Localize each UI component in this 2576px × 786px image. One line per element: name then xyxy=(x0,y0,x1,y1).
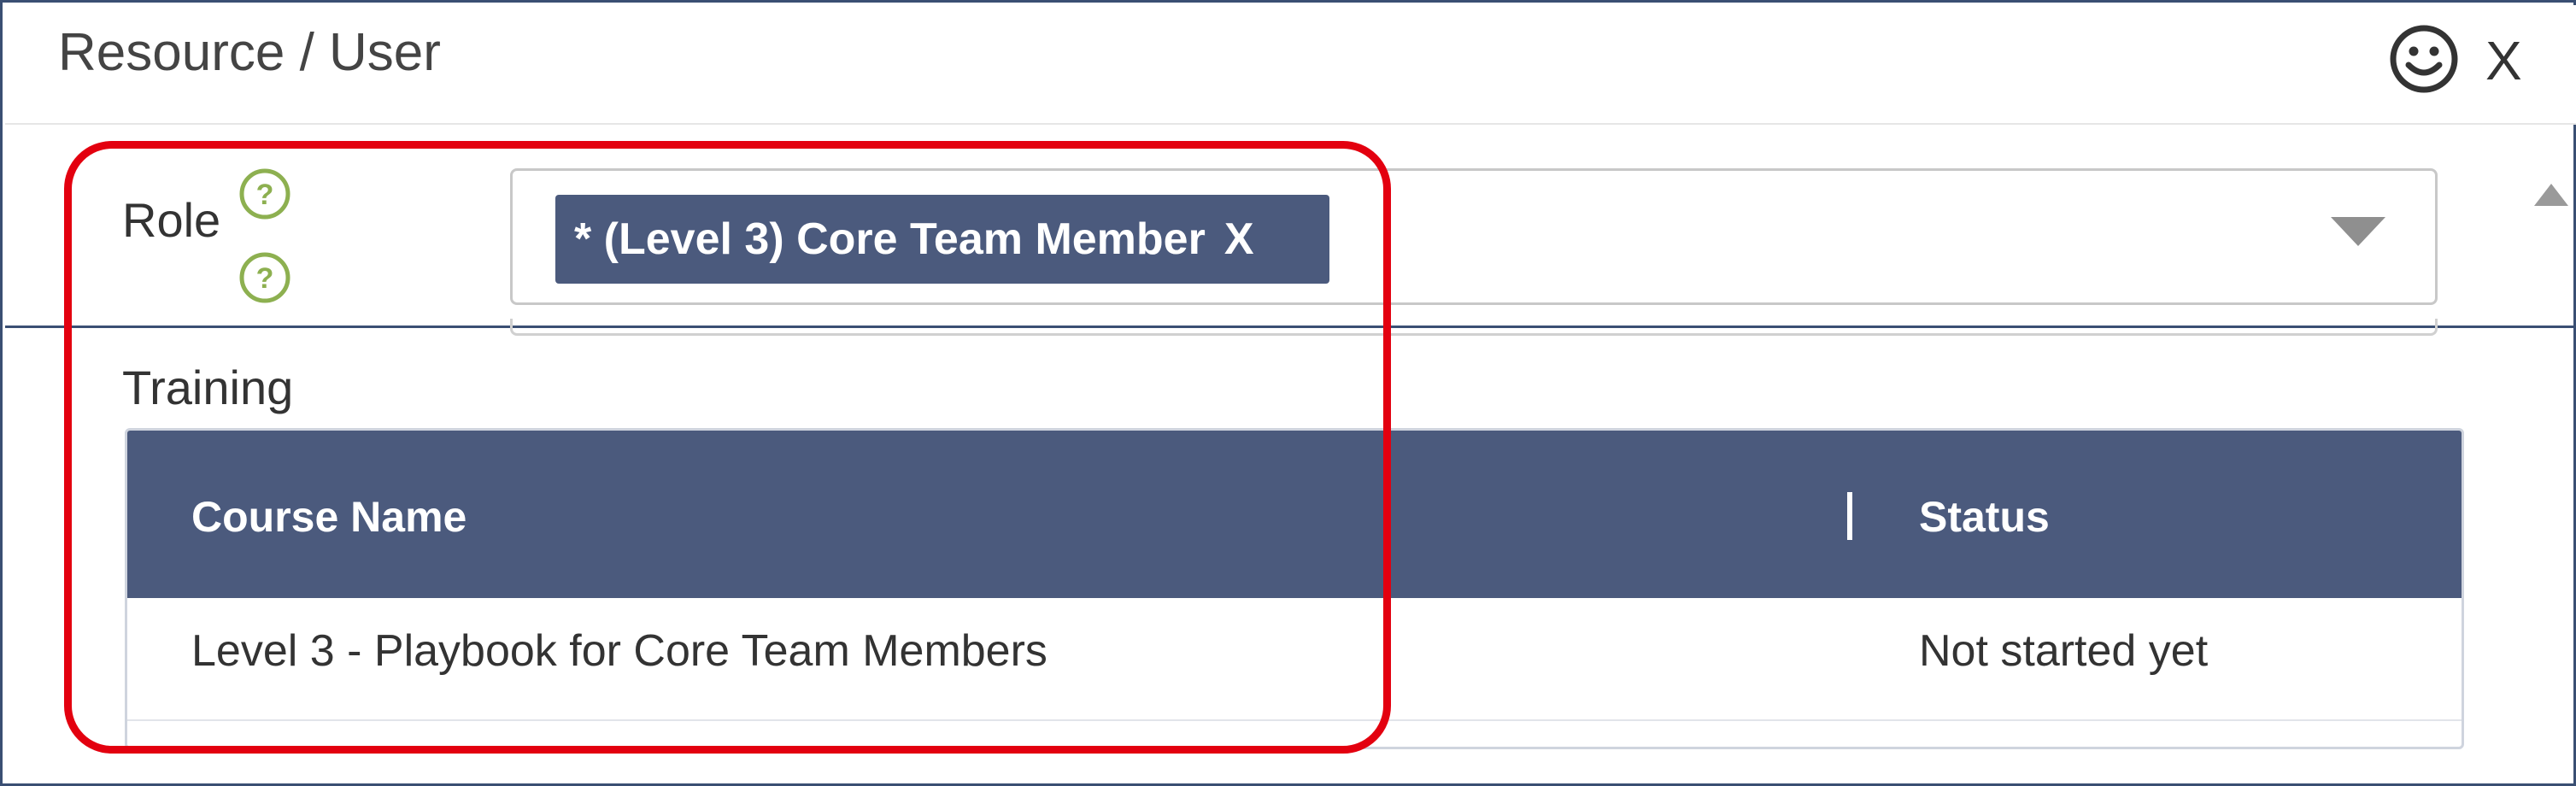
column-header-course-name[interactable]: Course Name xyxy=(191,492,466,542)
caret-down-icon[interactable] xyxy=(2331,217,2385,246)
svg-text:?: ? xyxy=(256,179,274,211)
select-box-edge xyxy=(510,319,2438,336)
course-name-cell: Level 3 - Playbook for Core Team Members xyxy=(191,626,1047,676)
question-circle-icon[interactable]: ? xyxy=(238,250,292,305)
dialog-title: Resource / User xyxy=(58,23,441,82)
table-header: Course Name Status xyxy=(127,431,2462,598)
training-table: Course Name Status Level 3 - Playbook fo… xyxy=(125,428,2464,749)
training-label: Training xyxy=(122,361,294,414)
remove-tag-button[interactable]: X xyxy=(1224,214,1254,265)
role-select[interactable]: * (Level 3) Core Team Member X xyxy=(510,168,2438,305)
svg-text:?: ? xyxy=(256,262,274,295)
scroll-up-arrow-icon[interactable] xyxy=(2534,184,2568,206)
close-button[interactable]: X xyxy=(2485,29,2522,92)
smiley-face-icon[interactable] xyxy=(2387,22,2461,96)
question-circle-icon[interactable]: ? xyxy=(238,167,292,221)
status-cell: Not started yet xyxy=(1919,626,2209,676)
column-header-status[interactable]: Status xyxy=(1919,492,2050,542)
resource-user-dialog: Resource / User X Role ? ? * (Level 3) C… xyxy=(0,0,2576,786)
selected-role-tag: * (Level 3) Core Team Member X xyxy=(555,195,1329,284)
selected-role-tag-label: * (Level 3) Core Team Member xyxy=(574,214,1206,264)
role-label: Role xyxy=(122,193,221,247)
table-row[interactable]: Level 3 - Playbook for Core Team Members… xyxy=(127,598,2462,721)
dialog-header: Resource / User X xyxy=(5,5,2576,125)
column-resize-handle[interactable] xyxy=(1847,492,1852,540)
